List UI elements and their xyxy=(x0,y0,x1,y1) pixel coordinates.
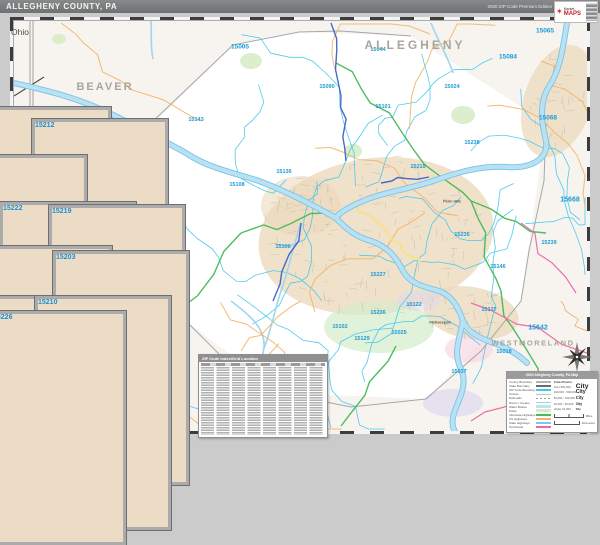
map-title: ALLEGHENY COUNTY, PA xyxy=(6,2,118,11)
scale-miles-label: Miles xyxy=(585,413,593,418)
logo-star-icon: ✶ xyxy=(556,7,563,16)
zip-index-table: ZIP Code Index/Grid Location xyxy=(198,354,328,438)
legend-city-classes: Cities/Towns Over 500,000 City 100,000 - 5… xyxy=(552,380,595,429)
zip-index-title: ZIP Code Index/Grid Location xyxy=(199,355,327,362)
map-frame-top xyxy=(10,17,590,20)
scale-bar-kilometers: Kilometers xyxy=(553,420,595,426)
title-bar: ALLEGHENY COUNTY, PA 2020 ZIP Code Premi… xyxy=(0,0,600,13)
scale-km-label: Kilometers xyxy=(581,420,595,425)
legend-symbol-list: County Boundary State Boundary ZIP Code Bo… xyxy=(509,380,552,429)
downtown-inset-map xyxy=(4,208,140,442)
zip-index-rows xyxy=(201,367,325,435)
zip-index-column-headers xyxy=(201,363,325,366)
inset-map-art xyxy=(7,211,131,433)
logo-badge xyxy=(586,3,597,21)
publisher-logo: ✶ Market MAPS xyxy=(554,1,598,23)
compass-rose-icon xyxy=(562,342,592,372)
legend-item: Toll Roads xyxy=(509,425,552,429)
scale-bar-miles: Miles xyxy=(553,413,595,419)
logo-brand-bottom: MAPS xyxy=(563,11,582,17)
map-legend: 2020 Allegheny County, PA Map County Bou… xyxy=(506,371,598,433)
edition-label: 2020 ZIP Code Premium Edition xyxy=(487,4,552,9)
legend-city-class: Under 10,000 City xyxy=(553,407,581,412)
